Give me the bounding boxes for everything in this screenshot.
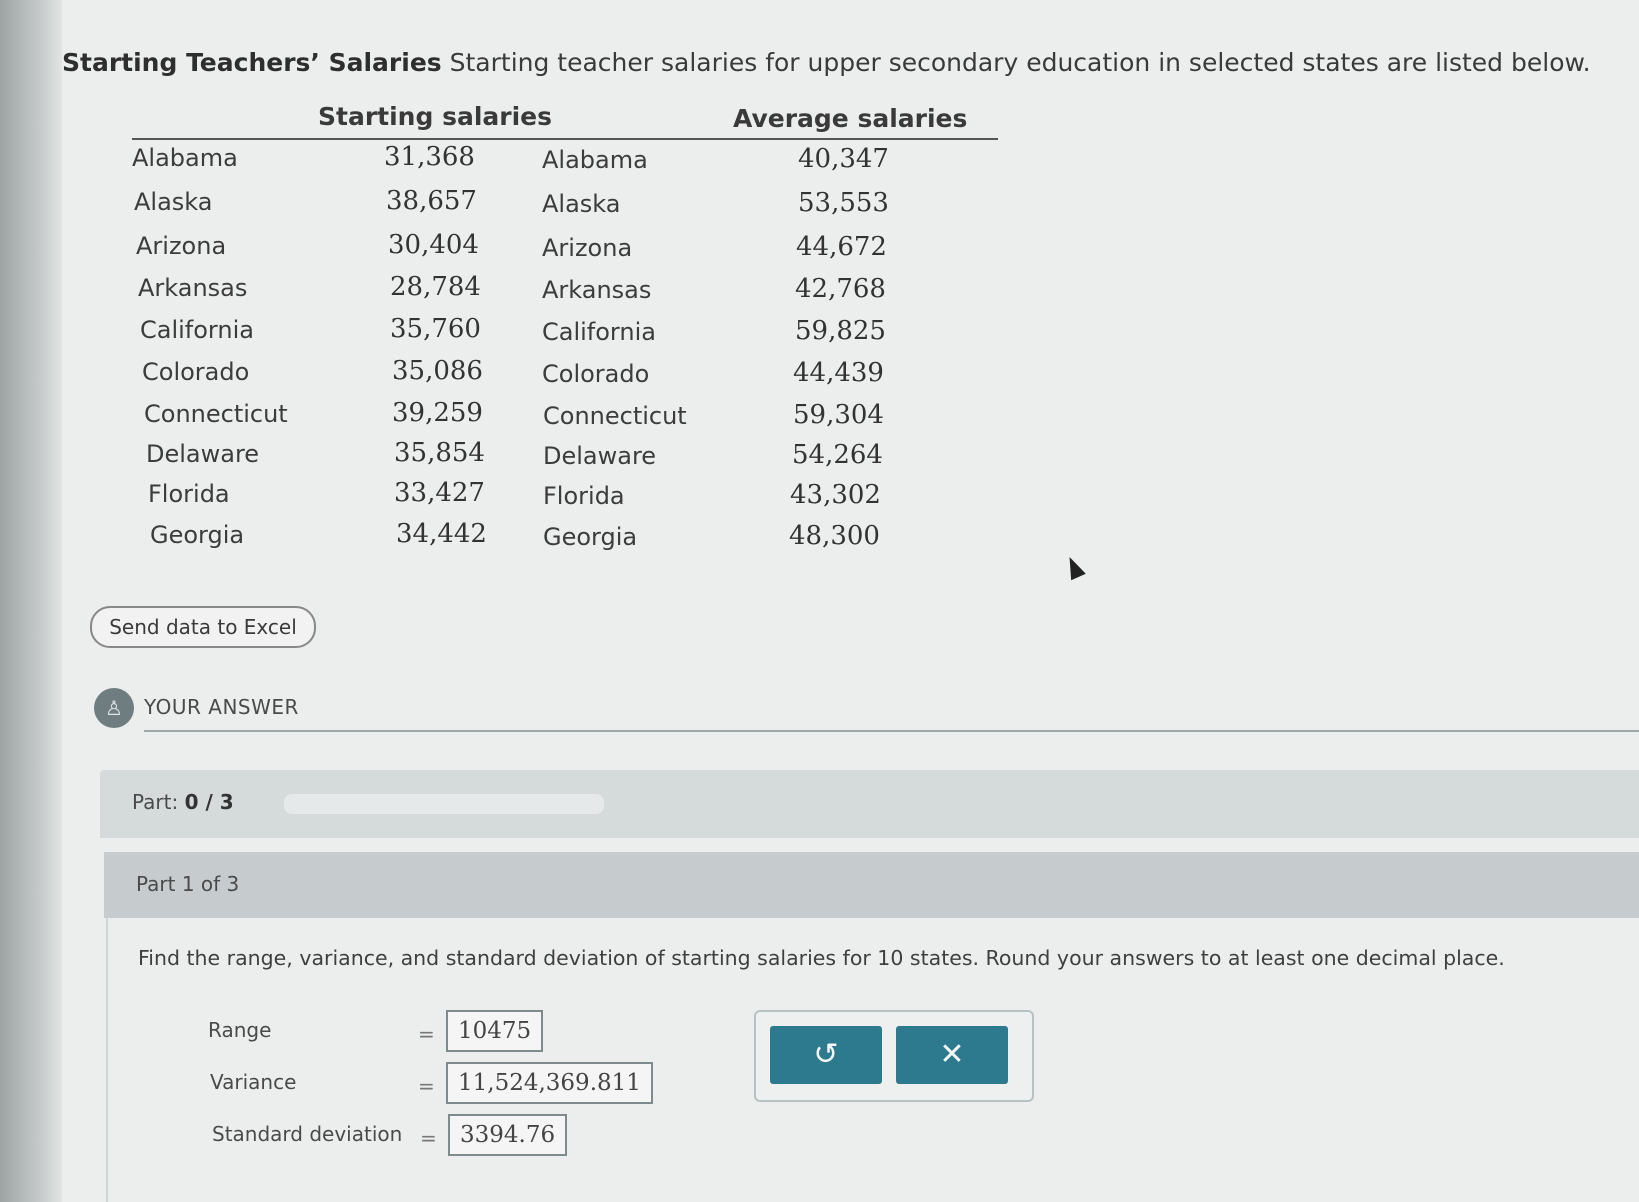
range-equals: = <box>418 1022 435 1046</box>
average-salary: 42,768 <box>795 274 886 304</box>
state-name: Colorado <box>142 358 250 386</box>
average-salary: 44,672 <box>796 232 887 262</box>
part-progress-text: Part: 0 / 3 <box>132 790 234 814</box>
average-salary: 59,825 <box>795 316 886 346</box>
table-row: Arkansas 28,784 Arkansas 42,768 <box>132 266 998 308</box>
std-deviation-equals: = <box>420 1126 437 1150</box>
state-name: California <box>542 318 656 346</box>
part-header: Part 1 of 3 <box>104 852 1639 918</box>
starting-salary: 38,657 <box>386 186 477 216</box>
state-name: Alabama <box>542 146 648 174</box>
undo-icon: ↺ <box>813 1037 839 1072</box>
problem-title: Starting Teachers’ Salaries <box>62 48 442 77</box>
undo-button[interactable]: ↺ <box>770 1026 882 1084</box>
monitor-bezel <box>0 0 62 1202</box>
starting-salary: 28,784 <box>390 272 481 302</box>
part-progress-bar: Part: 0 / 3 <box>100 770 1639 838</box>
table-row: California 35,760 California 59,825 <box>132 308 998 350</box>
table-row: Arizona 30,404 Arizona 44,672 <box>132 224 998 266</box>
starting-salary: 33,427 <box>394 478 485 508</box>
starting-salary: 35,760 <box>390 314 481 344</box>
state-name: Delaware <box>543 442 657 470</box>
progress-track <box>284 794 604 814</box>
starting-salary: 31,368 <box>384 142 475 172</box>
table-row: Florida 33,427 Florida 43,302 <box>132 474 998 516</box>
std-deviation-input[interactable]: 3394.76 <box>448 1114 568 1156</box>
clear-button[interactable]: ✕ <box>896 1026 1008 1084</box>
table-row: Connecticut 39,259 Connecticut 59,304 <box>132 392 998 434</box>
state-name: Georgia <box>150 521 245 549</box>
average-salary: 53,553 <box>798 188 889 218</box>
assignment-page: Starting Teachers’ Salaries Starting tea… <box>62 0 1639 1202</box>
state-name: Georgia <box>543 523 638 551</box>
person-icon: ♙ <box>94 688 134 728</box>
answer-divider <box>144 730 1639 732</box>
state-name: Alaska <box>134 188 213 216</box>
variance-input[interactable]: 11,524,369.811 <box>446 1062 653 1104</box>
state-name: Arkansas <box>138 274 248 302</box>
range-input[interactable]: 10475 <box>446 1010 544 1052</box>
state-name: Colorado <box>542 360 650 388</box>
your-answer-label: YOUR ANSWER <box>144 695 299 719</box>
state-name: Arkansas <box>542 276 652 304</box>
state-name: Florida <box>148 480 230 508</box>
mouse-cursor-icon <box>1062 553 1086 581</box>
state-name: Delaware <box>146 440 260 468</box>
header-average-salaries: Average salaries <box>733 104 968 133</box>
state-name: Arizona <box>542 234 633 262</box>
part-progress-label: Part: <box>132 790 179 814</box>
std-deviation-label: Standard deviation <box>212 1122 403 1146</box>
starting-salary: 39,259 <box>392 398 483 428</box>
starting-salary: 30,404 <box>388 230 479 260</box>
close-icon: ✕ <box>939 1037 965 1072</box>
answer-button-group: ↺ ✕ <box>754 1010 1034 1102</box>
range-label: Range <box>208 1018 272 1042</box>
header-starting-salaries: Starting salaries <box>318 102 552 131</box>
starting-salary: 34,442 <box>396 519 487 549</box>
average-salary: 54,264 <box>792 440 883 470</box>
send-to-excel-button[interactable]: Send data to Excel <box>90 606 316 648</box>
variance-equals: = <box>418 1074 435 1098</box>
table-row: Colorado 35,086 Colorado 44,439 <box>132 350 998 392</box>
average-salary: 48,300 <box>789 521 880 551</box>
table-row: Alaska 38,657 Alaska 53,553 <box>132 182 998 224</box>
average-salary: 40,347 <box>798 144 889 174</box>
state-name: California <box>140 316 254 344</box>
table-row: Delaware 35,854 Delaware 54,264 <box>132 434 998 476</box>
average-salary: 43,302 <box>790 480 881 510</box>
part-progress-value: 0 / 3 <box>184 790 234 814</box>
starting-salary: 35,854 <box>394 438 485 468</box>
table-row: Alabama 31,368 Alabama 40,347 <box>132 140 998 182</box>
state-name: Florida <box>543 482 625 510</box>
state-name: Alaska <box>542 190 621 218</box>
problem-intro: Starting Teachers’ Salaries Starting tea… <box>62 48 1622 77</box>
state-name: Arizona <box>136 232 227 260</box>
state-name: Connecticut <box>543 402 687 430</box>
question-text: Find the range, variance, and standard d… <box>138 946 1505 970</box>
average-salary: 44,439 <box>793 358 884 388</box>
starting-salary: 35,086 <box>392 356 483 386</box>
problem-description: Starting teacher salaries for upper seco… <box>449 48 1591 77</box>
state-name: Alabama <box>132 144 238 172</box>
part-of-label: Part 1 of 3 <box>136 872 240 896</box>
average-salary: 59,304 <box>793 400 884 430</box>
question-panel: Find the range, variance, and standard d… <box>106 918 1639 1202</box>
variance-label: Variance <box>210 1070 297 1094</box>
state-name: Connecticut <box>144 400 288 428</box>
table-row: Georgia 34,442 Georgia 48,300 <box>132 515 998 557</box>
